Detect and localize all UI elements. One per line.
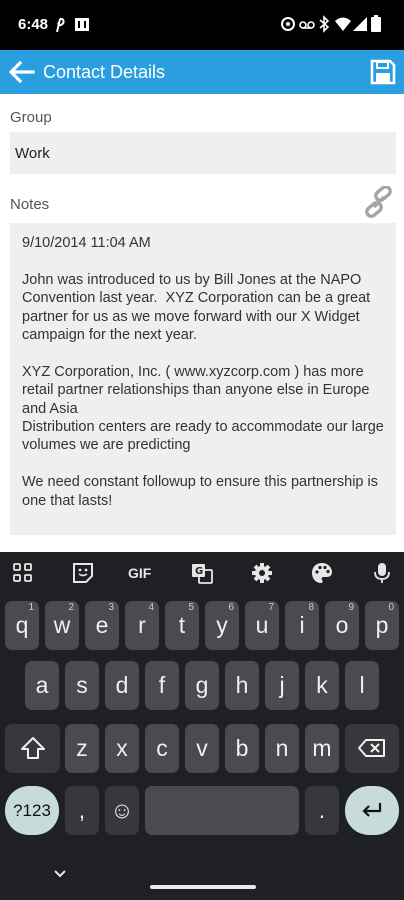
key-z[interactable]: z xyxy=(65,724,99,773)
palette-icon[interactable] xyxy=(310,561,334,585)
bluetooth-icon xyxy=(319,15,330,33)
space-key[interactable] xyxy=(145,786,299,835)
status-time: 6:48 xyxy=(18,16,49,33)
key-a[interactable]: a xyxy=(25,661,59,710)
status-bar: 6:48 xyxy=(0,0,404,50)
backspace-key[interactable] xyxy=(345,724,399,773)
key-o[interactable]: o9 xyxy=(325,601,359,650)
chevron-down-icon[interactable] xyxy=(50,866,70,882)
shift-icon xyxy=(20,737,45,759)
period-key[interactable]: . xyxy=(305,786,339,835)
app-bar: Contact Details xyxy=(0,50,404,94)
notes-label: Notes xyxy=(10,196,50,213)
key-d[interactable]: d xyxy=(105,661,139,710)
pinterest-icon xyxy=(56,17,65,33)
arrow-left-icon[interactable] xyxy=(6,58,36,86)
screen: 6:48 Contact Details Group Work Notes 9/… xyxy=(0,0,404,900)
key-c[interactable]: c xyxy=(145,724,179,773)
shift-key[interactable] xyxy=(5,724,60,773)
group-field[interactable]: Work xyxy=(10,132,396,174)
svg-text:G: G xyxy=(195,566,203,577)
notes-field[interactable]: 9/10/2014 11:04 AM John was introduced t… xyxy=(10,223,396,535)
symbols-key[interactable]: ?123 xyxy=(5,786,59,835)
group-value: Work xyxy=(15,145,50,162)
key-u[interactable]: u7 xyxy=(245,601,279,650)
key-e[interactable]: e3 xyxy=(85,601,119,650)
chain-link-icon[interactable] xyxy=(361,186,397,218)
key-h[interactable]: h xyxy=(225,661,259,710)
key-t[interactable]: t5 xyxy=(165,601,199,650)
gif-button[interactable]: GIF xyxy=(128,565,151,581)
emoji-key[interactable]: ☺ xyxy=(105,786,139,835)
key-r[interactable]: r4 xyxy=(125,601,159,650)
key-b[interactable]: b xyxy=(225,724,259,773)
key-f[interactable]: f xyxy=(145,661,179,710)
wifi-icon xyxy=(335,17,351,31)
enter-icon xyxy=(362,803,382,817)
gear-icon[interactable] xyxy=(250,561,274,585)
comma-key[interactable]: , xyxy=(65,786,99,835)
briefcase-icon xyxy=(75,18,89,31)
battery-icon xyxy=(371,15,381,32)
backspace-icon xyxy=(358,739,385,757)
keyboard-toolbar: GIF G xyxy=(0,552,404,594)
signal-icon xyxy=(353,17,367,31)
key-l[interactable]: l xyxy=(345,661,379,710)
notes-text: 9/10/2014 11:04 AM John was introduced t… xyxy=(22,235,384,509)
key-i[interactable]: i8 xyxy=(285,601,319,650)
voicemail-icon xyxy=(299,21,315,29)
enter-key[interactable] xyxy=(345,786,399,835)
at-icon xyxy=(281,17,295,31)
gesture-nav-handle[interactable] xyxy=(150,885,256,889)
key-x[interactable]: x xyxy=(105,724,139,773)
page-title: Contact Details xyxy=(43,62,166,82)
apps-grid-icon[interactable] xyxy=(11,561,35,585)
key-w[interactable]: w2 xyxy=(45,601,79,650)
key-v[interactable]: v xyxy=(185,724,219,773)
floppy-disk-icon[interactable] xyxy=(369,58,397,86)
key-s[interactable]: s xyxy=(65,661,99,710)
key-j[interactable]: j xyxy=(265,661,299,710)
key-k[interactable]: k xyxy=(305,661,339,710)
key-m[interactable]: m xyxy=(305,724,339,773)
key-p[interactable]: p0 xyxy=(365,601,399,650)
key-g[interactable]: g xyxy=(185,661,219,710)
key-y[interactable]: y6 xyxy=(205,601,239,650)
microphone-icon[interactable] xyxy=(370,561,394,585)
key-q[interactable]: q1 xyxy=(5,601,39,650)
group-label: Group xyxy=(10,109,52,126)
sticker-icon[interactable] xyxy=(71,561,95,585)
keyboard: GIF G q 1 w 2 e 3 r 4 t 5 y 6 u 7 i 8 o … xyxy=(0,552,404,900)
translate-icon[interactable]: G xyxy=(190,561,214,585)
key-n[interactable]: n xyxy=(265,724,299,773)
